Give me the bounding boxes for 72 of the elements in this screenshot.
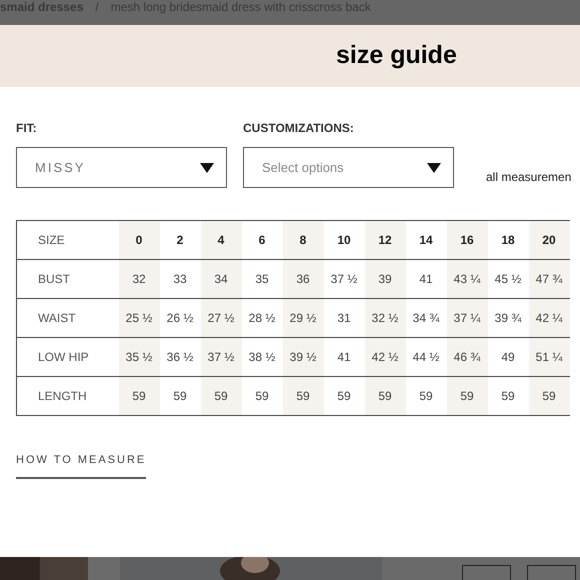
table-cell: 34 ¾	[412, 311, 440, 325]
table-cell: 59	[255, 389, 269, 403]
table-cell: 49	[501, 350, 515, 364]
table-cell: 51 ¼	[536, 350, 562, 364]
how-to-measure-link[interactable]: HOW TO MEASURE	[16, 452, 146, 478]
field-label: FIT:	[16, 120, 38, 137]
row-header: LENGTH	[38, 389, 87, 403]
dropdown[interactable]: MISSY	[16, 147, 227, 188]
table-cell: 32 ½	[372, 311, 398, 325]
table-cell: 44 ½	[412, 350, 440, 364]
table-cell: 39	[378, 272, 392, 286]
field-label: CUSTOMIZATIONS:	[243, 120, 355, 137]
table-cell: 42 ½	[372, 350, 398, 364]
table-cell: 32	[132, 272, 146, 286]
table-cell: 59	[542, 389, 556, 403]
column-header: 18	[501, 233, 515, 247]
dropdown[interactable]: Select options	[243, 147, 454, 188]
column-header: 16	[460, 233, 474, 247]
column-header: 4	[218, 233, 224, 247]
caret-icon	[427, 162, 441, 172]
table-cell: 29 ½	[290, 311, 316, 325]
table-cell: 59	[378, 389, 392, 403]
table-cell: 41	[419, 272, 433, 286]
row-header: LOW HIP	[38, 350, 89, 364]
column-header: 2	[176, 233, 184, 247]
table-cell: 31	[337, 311, 351, 325]
table-cell: 59	[214, 389, 228, 403]
row-header: WAIST	[38, 311, 76, 325]
table-cell: 34	[214, 272, 228, 286]
next-button[interactable]	[527, 565, 576, 580]
column-header: 10	[337, 233, 351, 247]
previous-button[interactable]	[462, 565, 511, 580]
table-cell: 37 ½	[330, 272, 358, 286]
table-cell: 27 ½	[208, 311, 234, 325]
column-header: 6	[258, 233, 266, 247]
table-cell: 59	[460, 389, 474, 403]
modal-title: size guide	[336, 40, 457, 72]
row-header: BUST	[38, 272, 70, 286]
table-cell: 25 ½	[126, 311, 152, 325]
table-cell: 41	[337, 350, 351, 364]
table-cell: 39 ½	[290, 350, 316, 364]
table-cell: 59	[501, 389, 515, 403]
table-cell: 38 ½	[248, 350, 276, 364]
table-cell: 37 ¼	[454, 311, 480, 325]
caret-icon	[200, 162, 214, 172]
table-cell: 47 ¾	[536, 272, 562, 286]
measurement-note: all measuremen	[486, 169, 572, 186]
table-cell: 42 ¼	[536, 311, 562, 325]
table-cell: 37 ½	[208, 350, 234, 364]
table-cell: 46 ¾	[454, 350, 480, 364]
table-cell: 43 ¼	[454, 272, 480, 286]
breadcrumb-separator: /	[95, 0, 99, 14]
table-cell: 59	[296, 389, 310, 403]
table-cell: 39 ¾	[494, 311, 522, 325]
table-cell: 59	[337, 389, 351, 403]
column-header: SIZE	[38, 233, 65, 247]
table-cell: 35 ½	[126, 350, 152, 364]
table-cell: 59	[173, 389, 187, 403]
column-header: 14	[419, 233, 433, 247]
table-cell: 36	[296, 272, 310, 286]
table-cell: 28 ½	[248, 311, 276, 325]
table-cell: 26 ½	[166, 311, 194, 325]
column-header: 8	[300, 233, 306, 247]
column-header: 20	[542, 233, 556, 247]
table-cell: 59	[419, 389, 433, 403]
table-cell: 59	[132, 389, 146, 403]
table-cell: 33	[173, 272, 187, 286]
column-header: 0	[136, 233, 142, 247]
column-header: 12	[378, 233, 392, 247]
table-cell: 45 ½	[494, 272, 522, 286]
table-cell: 36 ½	[166, 350, 194, 364]
table-cell: 35	[255, 272, 269, 286]
